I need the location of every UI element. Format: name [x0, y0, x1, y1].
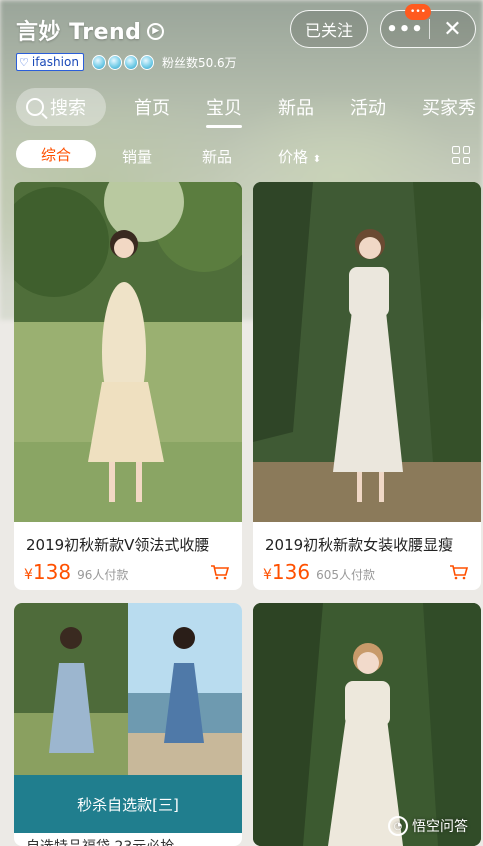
tab-new[interactable]: 新品	[278, 94, 314, 120]
shop-meta: ♡ ifashion 粉丝数50.6万	[16, 53, 237, 71]
sort-price[interactable]: 价格 ⬍	[278, 146, 321, 167]
product-price: ¥136	[263, 560, 311, 584]
diamond-icon	[123, 54, 138, 70]
sort-bar: 综合 销量 新品 价格 ⬍	[0, 138, 483, 172]
sort-price-label: 价格	[278, 148, 309, 166]
product-card[interactable]: 2019初秋新款女装收腰显瘦 ¥136 605人付款	[253, 182, 481, 590]
cart-icon[interactable]	[449, 564, 469, 580]
product-card[interactable]: 2019初秋新款V领法式收腰 ¥138 96人付款	[14, 182, 242, 590]
sort-overall[interactable]: 综合	[16, 140, 96, 168]
chevron-right-icon: ▶	[147, 22, 165, 40]
heart-icon: ♡	[19, 55, 29, 69]
fans-count: 粉丝数50.6万	[161, 55, 237, 70]
product-title: 自选特品福袋 23元必抢	[26, 836, 174, 846]
close-icon[interactable]: ✕	[430, 17, 475, 42]
shop-nav: 搜索 首页 宝贝 新品 活动 买家秀	[0, 88, 483, 128]
shop-name: 言妙 Trend	[16, 20, 142, 45]
shop-title[interactable]: 言妙 Trend ▶	[16, 14, 165, 46]
price-row: ¥138 96人付款	[24, 560, 128, 584]
follow-button[interactable]: 已关注	[290, 10, 368, 48]
diamond-icon	[91, 54, 106, 70]
brand-badge-label: ifashion	[31, 55, 79, 69]
diamond-icon	[139, 54, 154, 70]
product-price: ¥138	[24, 560, 72, 584]
search-label: 搜索	[50, 98, 86, 119]
wukong-logo-icon: ◔	[388, 816, 408, 836]
tab-activities[interactable]: 活动	[350, 94, 386, 120]
search-button[interactable]: 搜索	[16, 88, 106, 126]
promo-banner: 秒杀自选款[三]	[14, 775, 242, 833]
price-row: ¥136 605人付款	[263, 560, 375, 584]
tab-products[interactable]: 宝贝	[206, 94, 242, 128]
sold-count: 96人付款	[77, 568, 129, 582]
product-image	[14, 182, 242, 522]
shop-level-diamonds	[91, 54, 154, 70]
ifashion-badge: ♡ ifashion	[16, 53, 84, 71]
product-title: 2019初秋新款女装收腰显瘦	[265, 536, 454, 554]
product-card[interactable]: 秒杀自选款[三]	[14, 603, 242, 846]
sold-count: 605人付款	[316, 568, 376, 582]
cart-icon[interactable]	[210, 564, 230, 580]
sort-sales[interactable]: 销量	[122, 146, 152, 167]
shop-header: 言妙 Trend ▶ 已关注 ••• ✕ ••• ♡ ifashion 粉丝数5…	[0, 0, 483, 182]
diamond-icon	[107, 54, 122, 70]
sort-arrows-icon: ⬍	[312, 154, 322, 165]
layout-grid-icon[interactable]	[452, 146, 470, 164]
product-image	[253, 182, 481, 522]
watermark: ◔ 悟空问答	[388, 816, 468, 836]
product-card[interactable]	[253, 603, 481, 846]
search-icon	[26, 98, 44, 116]
sort-new[interactable]: 新品	[202, 146, 232, 167]
tab-buyer-show[interactable]: 买家秀	[422, 94, 476, 120]
product-title: 2019初秋新款V领法式收腰	[26, 536, 210, 554]
product-image	[14, 603, 242, 775]
product-image	[253, 603, 481, 846]
watermark-text: 悟空问答	[412, 819, 468, 835]
message-badge: •••	[405, 4, 431, 20]
tab-home[interactable]: 首页	[134, 94, 170, 120]
